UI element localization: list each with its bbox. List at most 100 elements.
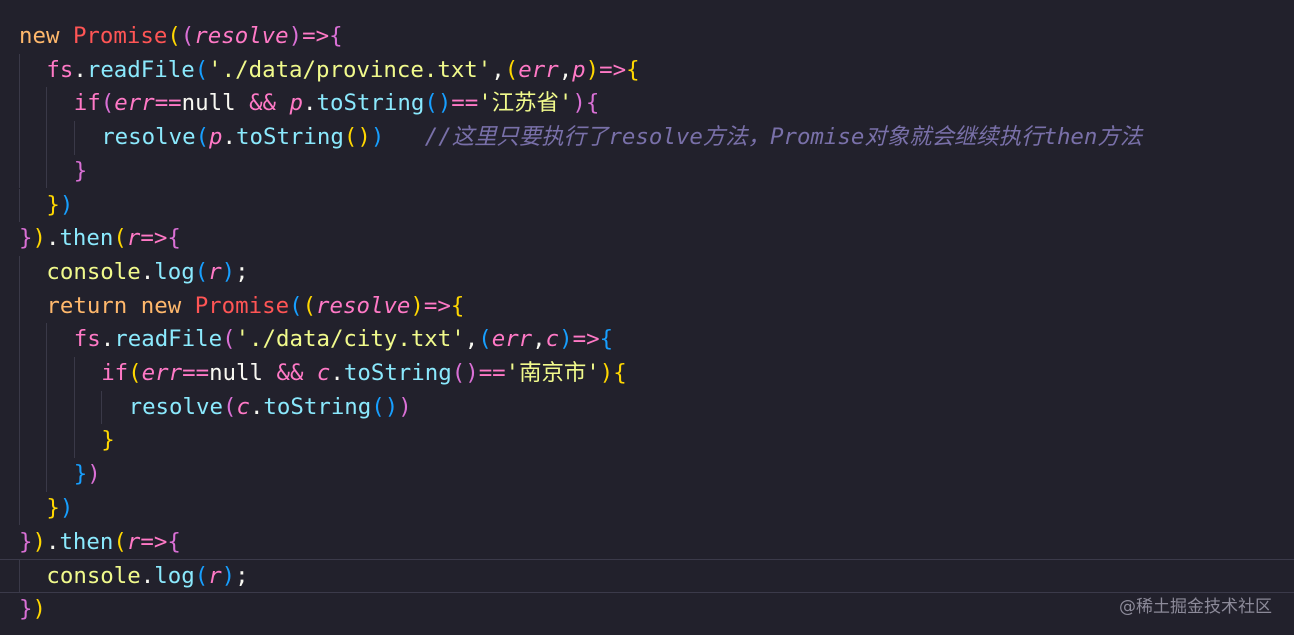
code-token: err — [518, 56, 559, 83]
code-token: ) — [221, 258, 236, 285]
code-editor[interactable]: @稀土掘金技术社区 new Promise((resolve)=>{fs.rea… — [0, 0, 1294, 635]
code-token: ) — [32, 595, 46, 622]
code-token: { — [167, 528, 181, 555]
code-line[interactable]: } — [0, 154, 1294, 189]
code-line[interactable]: new Promise((resolve)=>{ — [0, 20, 1294, 54]
code-line[interactable]: console.log(r); — [0, 559, 1294, 593]
code-token: . — [140, 563, 155, 590]
code-token: console — [46, 258, 141, 285]
code-token: Promise — [194, 292, 290, 319]
code-token: ) — [87, 461, 101, 488]
code-token: null — [181, 90, 236, 117]
code-token: c — [236, 393, 250, 420]
code-token: resolve — [194, 23, 289, 49]
indent-guide — [19, 53, 20, 88]
code-token: err — [141, 360, 183, 386]
indent-guide — [46, 154, 48, 189]
code-line[interactable]: return new Promise((resolve)=>{ — [0, 289, 1294, 324]
code-token: ) — [398, 393, 412, 420]
code-line[interactable]: }).then(r=>{ — [0, 526, 1294, 560]
code-token: && — [235, 90, 290, 117]
code-token: ) — [32, 225, 46, 252]
code-token: p — [209, 124, 223, 151]
indent-guide — [19, 188, 20, 223]
code-token: , — [464, 326, 479, 353]
code-token: resolve — [128, 393, 223, 420]
code-text: } — [74, 155, 87, 189]
code-token: , — [558, 56, 573, 83]
code-text: }) — [46, 492, 73, 526]
code-token: => — [140, 225, 168, 252]
code-token: err — [491, 326, 533, 353]
indent-guide — [46, 121, 48, 155]
code-token: } — [73, 461, 88, 488]
code-token: } — [101, 427, 115, 454]
code-token: readFile — [86, 56, 195, 83]
code-token: r — [208, 258, 222, 285]
code-line[interactable]: resolve(c.toString()) — [0, 390, 1294, 425]
code-line[interactable]: resolve(p.toString()) //这里只要执行了resolve方法… — [0, 121, 1294, 155]
code-token: . — [222, 124, 237, 151]
code-token: { — [585, 90, 600, 117]
code-token: toString — [343, 360, 452, 386]
code-line[interactable]: if(err==null && p.toString()=='江苏省'){ — [0, 87, 1294, 122]
code-token: ( — [167, 23, 181, 49]
code-token: => — [423, 292, 451, 319]
code-token: . — [45, 225, 60, 252]
code-token: { — [329, 23, 343, 49]
code-line[interactable]: }) — [0, 593, 1294, 627]
code-token: new — [140, 292, 182, 319]
code-line[interactable]: if(err==null && c.toString()=='南京市'){ — [0, 357, 1294, 391]
code-line[interactable]: console.log(r); — [0, 255, 1294, 290]
code-line[interactable]: }).then(r=>{ — [0, 222, 1294, 256]
code-token: ( — [194, 563, 209, 590]
code-token: ; — [235, 563, 249, 590]
code-token: log — [154, 563, 195, 590]
code-token: ( — [128, 360, 142, 386]
code-line[interactable]: }) — [0, 458, 1294, 492]
code-token: => — [302, 23, 330, 49]
code-token: ( — [194, 258, 209, 285]
indent-guide — [73, 121, 75, 155]
code-token: ; — [235, 258, 249, 285]
code-token: '南京市' — [505, 360, 600, 386]
code-token: ( — [343, 124, 358, 151]
code-line[interactable]: fs.readFile('./data/city.txt',(err,c)=>{ — [0, 323, 1294, 357]
code-token: ) — [585, 56, 600, 83]
code-text: } — [101, 424, 114, 458]
code-token: ( — [180, 23, 195, 49]
code-token: fs — [46, 56, 74, 83]
code-line[interactable]: }) — [0, 491, 1294, 526]
code-token: readFile — [114, 326, 223, 353]
code-line[interactable]: }) — [0, 188, 1294, 223]
code-text: }) — [74, 458, 101, 492]
code-line[interactable]: } — [0, 424, 1294, 459]
code-text: console.log(r); — [46, 256, 248, 290]
code-token: ) — [559, 326, 573, 353]
code-token: ) — [370, 124, 385, 151]
code-token: ) — [59, 494, 74, 521]
indent-guide — [73, 357, 75, 391]
code-text: resolve(c.toString()) — [129, 391, 412, 425]
code-token: } — [46, 494, 60, 521]
code-token: } — [46, 191, 60, 218]
indent-guide — [19, 121, 20, 155]
indent-guide — [73, 390, 75, 425]
indent-guide — [19, 357, 20, 391]
code-token: ( — [302, 292, 317, 319]
code-text: console.log(r); — [46, 560, 248, 594]
code-token: == — [478, 360, 506, 386]
code-token: err — [114, 90, 155, 117]
code-token: } — [73, 157, 88, 184]
code-token: . — [45, 528, 60, 555]
code-token: c — [545, 326, 560, 353]
code-token: ( — [478, 326, 492, 353]
code-token: . — [249, 393, 264, 420]
code-token: then — [59, 225, 114, 252]
code-line[interactable]: fs.readFile('./data/province.txt',(err,p… — [0, 53, 1294, 88]
indent-guide — [46, 424, 48, 459]
code-token: ) — [465, 360, 479, 386]
code-text: fs.readFile('./data/province.txt',(err,p… — [46, 54, 639, 88]
